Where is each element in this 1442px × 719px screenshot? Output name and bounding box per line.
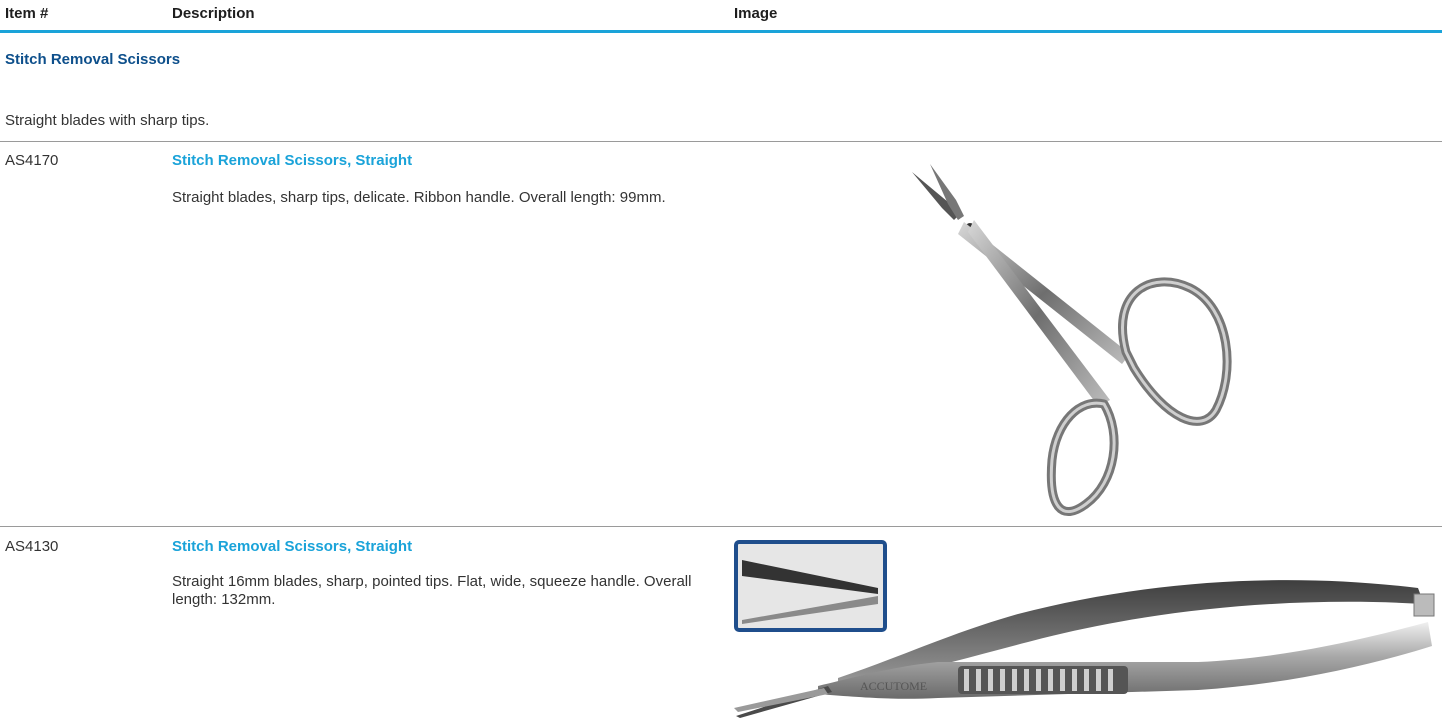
brand-engraving: ACCUTOME <box>860 679 927 693</box>
product-table-page: Item # Description Image Stitch Removal … <box>0 0 1442 719</box>
squeeze-handle-scissors-image: ACCUTOME <box>728 538 1442 719</box>
item-title: Stitch Removal Scissors, Straight <box>172 538 413 555</box>
item-title: Stitch Removal Scissors, Straight <box>172 152 413 169</box>
column-header-item: Item # <box>5 5 49 22</box>
squeeze-handle-scissors-icon: ACCUTOME <box>734 540 1435 718</box>
item-number: AS4130 <box>5 538 59 555</box>
ribbon-handle-scissors-image <box>890 142 1276 526</box>
item-description: Straight 16mm blades, sharp, pointed tip… <box>172 573 692 608</box>
column-header-image: Image <box>734 5 778 22</box>
ribbon-handle-scissors-icon <box>912 164 1232 516</box>
item-description: Straight blades, sharp tips, delicate. R… <box>172 189 666 206</box>
section-title: Stitch Removal Scissors <box>5 51 181 68</box>
row-divider <box>0 526 1442 527</box>
item-number: AS4170 <box>5 152 59 169</box>
column-header-description: Description <box>172 5 255 22</box>
section-description: Straight blades with sharp tips. <box>5 112 210 129</box>
table-header: Item # Description Image <box>0 0 1442 33</box>
